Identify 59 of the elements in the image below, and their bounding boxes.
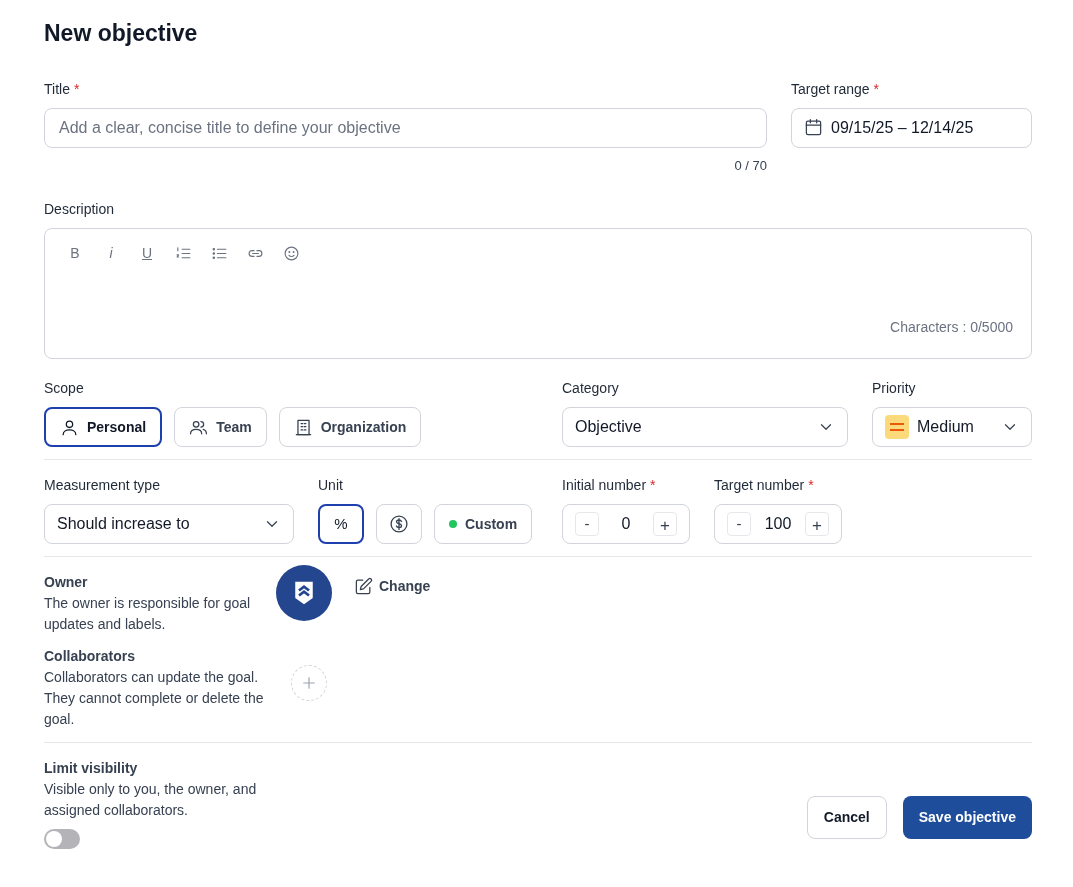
help-text: Visible only to you, the owner, and assigned collaborators. [44, 780, 258, 820]
italic-button[interactable]: i [99, 243, 123, 264]
field-label: Priority [872, 379, 916, 398]
field-label: Description [44, 200, 115, 219]
field-label: Collaborators [44, 647, 136, 666]
field-label: Scope [44, 379, 84, 398]
edit-icon [354, 576, 373, 596]
plus-icon [300, 674, 318, 692]
priority-select[interactable]: Medium [872, 407, 1032, 447]
dollar-unit-option[interactable] [376, 504, 422, 544]
field-label: Unit [318, 476, 343, 495]
date-range-picker[interactable]: 09/15/25 – 12/14/25 [791, 107, 1032, 148]
calendar-icon [804, 118, 823, 137]
number-stepper[interactable]: - 100 + [714, 504, 842, 544]
change-owner-button[interactable]: Change [354, 574, 431, 598]
custom-unit-option[interactable]: Custom [434, 504, 533, 544]
field-label: Initial number [562, 476, 647, 495]
field-label: Category [562, 379, 619, 398]
number-value: 0 [621, 514, 631, 534]
bullet-list-icon [210, 245, 228, 262]
field-label: Measurement type [44, 476, 160, 495]
required-mark: * [808, 476, 814, 495]
cancel-button[interactable]: Cancel [806, 796, 887, 839]
measurement-type-select[interactable]: Should increase to [44, 504, 294, 544]
number-stepper[interactable]: - 0 + [562, 504, 690, 544]
scope-option[interactable]: Organization [278, 407, 422, 447]
description-editor[interactable]: B i U Characters : 0/5000 [44, 228, 1032, 359]
emoji-icon [282, 245, 300, 262]
visibility-toggle[interactable] [44, 829, 80, 849]
decrement-button[interactable]: - [575, 512, 599, 536]
dollar-icon [389, 514, 409, 534]
organization-icon [293, 417, 313, 437]
save-button[interactable]: Save objective [902, 796, 1032, 839]
character-counter: 0 / 70 [734, 156, 767, 175]
increment-button[interactable]: + [805, 512, 829, 536]
required-mark: * [73, 79, 80, 99]
required-mark: * [873, 79, 880, 99]
field-label: Target range [791, 79, 870, 99]
owner-avatar [276, 565, 332, 621]
page-title: New objective [44, 19, 199, 48]
field-label: Owner [44, 573, 89, 592]
field-label: Title [44, 79, 70, 99]
category-select[interactable]: Objective [562, 407, 848, 447]
scope-option[interactable]: Personal [44, 407, 163, 447]
help-text: The owner is responsible for goal updates and labels. [44, 594, 252, 634]
number-value: 100 [764, 514, 792, 534]
character-counter: Characters : 0/5000 [890, 318, 1013, 337]
field-label: Limit visibility [44, 759, 139, 778]
required-mark: * [650, 476, 656, 495]
scope-option[interactable]: Team [174, 407, 267, 447]
priority-medium-icon [885, 415, 909, 439]
decrement-button[interactable]: - [727, 512, 751, 536]
help-text: Collaborators can update the goal. They cannot complete or delete the goal. [44, 668, 265, 729]
title-input[interactable]: Add a clear, concise title to define your objective [44, 107, 767, 148]
field-label: Target number [714, 476, 805, 495]
increment-button[interactable]: + [653, 512, 677, 536]
percent-unit-option[interactable]: % [318, 504, 364, 544]
bold-button[interactable]: B [63, 243, 87, 264]
underline-button[interactable]: U [135, 243, 159, 264]
